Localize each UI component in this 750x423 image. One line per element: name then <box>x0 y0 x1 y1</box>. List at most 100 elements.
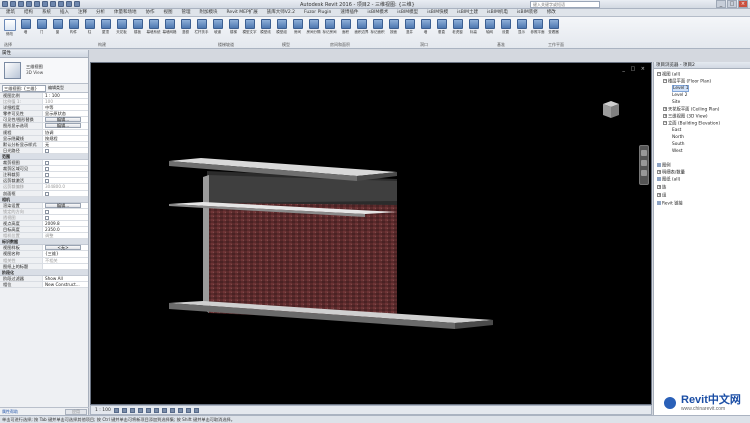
tree-revit-links[interactable]: Revit 链接 <box>657 201 683 207</box>
app-menu-icon[interactable] <box>2 1 8 7</box>
ribbon-tool-13[interactable]: 坡道 <box>210 18 225 40</box>
tab-2[interactable]: 系统 <box>42 9 51 16</box>
ribbon-tool-26[interactable]: 墙 <box>418 18 433 40</box>
ribbon-tool-29[interactable]: 标高 <box>466 18 481 40</box>
ribbon-tool-18[interactable]: 房间 <box>290 18 305 40</box>
maximize-button[interactable]: □ <box>727 0 737 8</box>
property-value[interactable] <box>43 208 88 214</box>
tab-0[interactable]: 建筑 <box>6 9 15 16</box>
property-value[interactable]: {三维} <box>43 251 88 257</box>
tree-level-2[interactable]: Level 2 <box>672 93 687 99</box>
lock-view-icon[interactable] <box>169 407 175 413</box>
tab-5[interactable]: 分析 <box>96 9 105 16</box>
tab-14[interactable]: 速博插件 <box>340 9 358 16</box>
property-value[interactable] <box>43 166 88 172</box>
ribbon-tool-20[interactable]: 标记房间 <box>322 18 337 40</box>
property-checkbox[interactable] <box>45 191 49 196</box>
ribbon-tool-32[interactable]: 显示 <box>514 18 529 40</box>
ribbon-tool-30[interactable]: 轴网 <box>482 18 497 40</box>
tree-3d-views[interactable]: +三维视图 (3D View) <box>663 114 708 120</box>
ribbon-tool-6[interactable]: 屋顶 <box>98 18 113 40</box>
tree-elevations[interactable]: −立面 (Building Elevation) <box>663 121 720 127</box>
visual-style-icon[interactable] <box>121 407 127 413</box>
ribbon-tool-10[interactable]: 幕墙网格 <box>162 18 177 40</box>
property-checkbox[interactable] <box>45 173 49 178</box>
ribbon-tool-14[interactable]: 楼梯 <box>226 18 241 40</box>
tab-19[interactable]: isBIM机电 <box>487 9 508 16</box>
ribbon-tool-31[interactable]: 设置 <box>498 18 513 40</box>
ribbon-tool-8[interactable]: 楼板 <box>130 18 145 40</box>
crop-view-icon[interactable] <box>153 407 159 413</box>
ribbon-tool-19[interactable]: 房间分隔 <box>306 18 321 40</box>
tab-17[interactable]: isBIM快模 <box>427 9 448 16</box>
property-value[interactable] <box>43 214 88 220</box>
property-edit-button[interactable]: 编辑... <box>45 117 81 123</box>
tab-13[interactable]: Fuzor Plugin <box>304 9 331 16</box>
apply-button[interactable]: 应用 <box>65 408 87 415</box>
property-value[interactable]: 中等 <box>43 105 88 111</box>
ribbon-tool-24[interactable]: 按面 <box>386 18 401 40</box>
steering-wheel-icon[interactable] <box>641 150 647 156</box>
tree-legends[interactable]: 图例 <box>657 163 671 169</box>
ribbon-tool-15[interactable]: 模型文字 <box>242 18 257 40</box>
tree-north[interactable]: North <box>672 135 684 141</box>
property-value[interactable]: 显示原状态 <box>43 111 88 117</box>
properties-help-link[interactable]: 属性帮助 <box>2 409 18 415</box>
section-icon[interactable] <box>74 1 80 7</box>
property-value[interactable]: 按规程 <box>43 135 88 141</box>
minimize-button[interactable]: _ <box>716 0 726 8</box>
property-value[interactable]: 100 <box>43 99 88 105</box>
type-selector[interactable]: 三维视图 3D View <box>0 58 88 84</box>
tree-east[interactable]: East <box>672 128 681 134</box>
ribbon-tool-17[interactable]: 模型组 <box>274 18 289 40</box>
property-checkbox[interactable] <box>45 209 49 214</box>
ribbon-tool-23[interactable]: 标记面积 <box>370 18 385 40</box>
sun-path-icon[interactable] <box>129 407 135 413</box>
tab-3[interactable]: 插入 <box>60 9 69 16</box>
property-checkbox[interactable] <box>45 167 49 172</box>
property-value[interactable]: 304800.0 <box>43 184 88 190</box>
ribbon-tool-27[interactable]: 垂直 <box>434 18 449 40</box>
ribbon-tool-3[interactable]: 窗 <box>50 18 65 40</box>
open-icon[interactable] <box>10 1 16 7</box>
measure-icon[interactable] <box>50 1 56 7</box>
property-value[interactable]: 2009.8 <box>43 220 88 227</box>
property-value[interactable]: 协调 <box>43 129 88 135</box>
property-value[interactable] <box>43 172 88 178</box>
edit-type-button[interactable]: 编辑类型 <box>48 85 64 91</box>
ribbon-tool-21[interactable]: 面积 <box>338 18 353 40</box>
property-value[interactable]: 编辑... <box>43 123 88 129</box>
property-value[interactable]: 1 : 100 <box>43 93 88 99</box>
tab-16[interactable]: isBIM模型 <box>397 9 418 16</box>
property-checkbox[interactable] <box>45 148 49 153</box>
property-value[interactable]: <无> <box>43 245 88 251</box>
ribbon-tool-34[interactable]: 查看器 <box>546 18 561 40</box>
tree-groups[interactable]: +组 <box>657 193 666 199</box>
tab-6[interactable]: 体量和场地 <box>114 9 137 16</box>
ribbon-tool-2[interactable]: 门 <box>34 18 49 40</box>
property-checkbox[interactable] <box>45 215 49 220</box>
tab-7[interactable]: 协作 <box>146 9 155 16</box>
text-icon[interactable] <box>58 1 64 7</box>
property-value[interactable] <box>43 178 88 184</box>
property-value[interactable]: Show All <box>43 275 88 281</box>
close-button[interactable]: × <box>738 0 748 8</box>
tree-schedules[interactable]: +明细表/数量 <box>657 170 685 176</box>
tree-south[interactable]: South <box>672 142 685 148</box>
property-edit-button[interactable]: 编辑... <box>45 202 81 208</box>
zoom-icon[interactable] <box>641 160 647 166</box>
property-value[interactable]: 编辑... <box>43 202 88 208</box>
3d-view-icon[interactable] <box>66 1 72 7</box>
ribbon-tool-1[interactable]: 墙 <box>18 18 33 40</box>
tab-8[interactable]: 视图 <box>164 9 173 16</box>
property-edit-button[interactable]: <无> <box>45 245 81 251</box>
property-value[interactable]: 2350.0 <box>43 227 88 233</box>
nav-options-icon[interactable] <box>641 170 647 176</box>
analytical-model-icon[interactable] <box>193 407 199 413</box>
ribbon-tool-5[interactable]: 柱 <box>82 18 97 40</box>
tree-site[interactable]: Site <box>672 100 680 106</box>
ribbon-tool-28[interactable]: 老虎窗 <box>450 18 465 40</box>
ribbon-tool-7[interactable]: 天花板 <box>114 18 129 40</box>
ribbon-tool-0[interactable]: 修改 <box>2 18 17 40</box>
navigation-bar[interactable] <box>639 145 649 185</box>
